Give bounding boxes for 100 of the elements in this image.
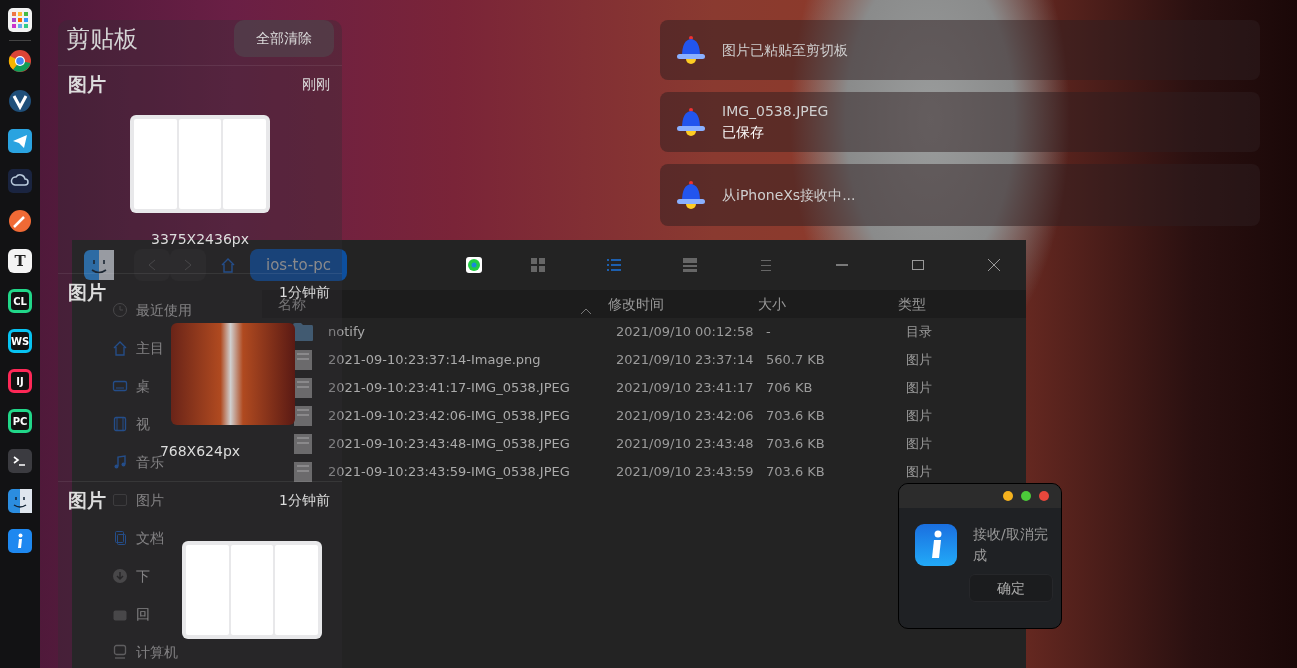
dialog-message: 接收/取消完成: [973, 525, 1049, 565]
notification-title: 从iPhoneXs接收中...: [722, 185, 856, 205]
smiley-face-icon[interactable]: [8, 489, 32, 513]
file-name: 2021-09-10:23:41:17-IMG_0538.JPEG: [328, 379, 570, 398]
item-type[interactable]: 图片: [68, 70, 106, 99]
notification-body: 已保存: [722, 123, 765, 142]
chevron-up-icon[interactable]: [580, 307, 592, 315]
notification[interactable]: 从iPhoneXs接收中...: [660, 164, 1260, 226]
bell-icon: [676, 35, 706, 65]
folder-icon: [292, 322, 314, 342]
sidebar-item[interactable]: 文档: [112, 527, 164, 549]
notification-title: IMG_0538.JPEG: [722, 102, 829, 121]
file-modified: 2021/09/10 23:43:59: [615, 463, 755, 482]
file-row[interactable]: 2021-09-10:23:43:48-IMG_0538.JPEG 2021/09/10 23:43:48 703.6 KB 图片: [262, 430, 1026, 458]
close-dot[interactable]: [1039, 491, 1049, 501]
info-icon[interactable]: [8, 529, 32, 553]
ok-button[interactable]: 确定: [969, 574, 1053, 602]
notification[interactable]: 图片已粘贴至剪切板: [660, 20, 1260, 80]
item-type[interactable]: 图片: [68, 486, 106, 515]
file-row[interactable]: 2021-09-10:23:37:14-Image.png 2021/09/10 23:37:14 560.7 KB 图片: [262, 346, 1026, 374]
file-type: 图片: [905, 463, 933, 482]
item-time: 1分钟前: [279, 282, 330, 300]
grid-icon: [530, 257, 546, 273]
rows-icon: [682, 257, 698, 273]
minimize-dot[interactable]: [1003, 491, 1013, 501]
home-icon: [112, 340, 128, 356]
file-modified: 2021/09/10 23:42:06: [615, 407, 755, 426]
v-logo-icon[interactable]: [8, 89, 32, 113]
clock-icon: [112, 302, 128, 318]
file-name: 2021-09-10:23:43:59-IMG_0538.JPEG: [328, 463, 570, 482]
file-row[interactable]: 2021-09-10:23:41:17-IMG_0538.JPEG 2021/09/10 23:41:17 706 KB 图片: [262, 374, 1026, 402]
column-header[interactable]: 类型: [890, 294, 1026, 315]
notification[interactable]: IMG_0538.JPEG 已保存: [660, 92, 1260, 152]
chevron-left-icon: [148, 259, 156, 271]
sidebar-item[interactable]: 回: [112, 603, 150, 625]
screenshot-thumbnail[interactable]: [130, 114, 270, 213]
file-name: 2021-09-10:23:42:06-IMG_0538.JPEG: [328, 407, 570, 426]
sidebar-item[interactable]: 桌: [112, 375, 150, 397]
file-modified: 2021/09/10 23:41:17: [615, 379, 755, 398]
paper-plane-icon[interactable]: [8, 129, 32, 153]
terminal-icon[interactable]: [8, 449, 32, 473]
file-name: 2021-09-10:23:43:48-IMG_0538.JPEG: [328, 435, 570, 454]
sidebar-item[interactable]: 计算机: [112, 641, 178, 663]
file-type: 图片: [905, 351, 933, 370]
clear-all-button[interactable]: 全部清除: [234, 20, 334, 57]
app-icon[interactable]: WS: [8, 329, 32, 353]
menu-icon: [761, 259, 771, 271]
download-icon: [112, 568, 128, 584]
file-row[interactable]: 2021-09-10:23:42:06-IMG_0538.JPEG 2021/09/10 23:42:06 703.6 KB 图片: [262, 402, 1026, 430]
chevron-right-icon: [184, 259, 192, 271]
file-size: 706 KB: [765, 379, 814, 398]
file-row[interactable]: 2021-09-10:23:43:59-IMG_0538.JPEG 2021/09/10 23:43:59 703.6 KB 图片: [262, 458, 1026, 486]
list-icon: [606, 257, 622, 273]
item-type[interactable]: 图片: [68, 278, 106, 307]
file-name: notify: [328, 323, 365, 342]
document-icon: [112, 530, 128, 546]
sidebar-item[interactable]: 下: [112, 565, 150, 587]
file-row[interactable]: notify 2021/09/10 00:12:58 - 目录: [262, 318, 1026, 346]
browser-icon[interactable]: [8, 49, 32, 73]
monitor-icon: [112, 378, 128, 394]
target-icon[interactable]: [466, 257, 482, 273]
smiley-face-icon[interactable]: [84, 250, 114, 280]
computer-icon: [112, 644, 128, 660]
file-modified: 2021/09/10 00:12:58: [615, 323, 755, 342]
file-size: -: [765, 323, 772, 342]
sidebar-item[interactable]: 图片: [112, 489, 164, 511]
music-note-icon: [112, 454, 128, 470]
close-icon: [988, 259, 1000, 271]
sidebar-item[interactable]: 视: [112, 413, 150, 435]
image-size: 3375X2436px: [151, 229, 249, 249]
column-header[interactable]: 大小: [750, 294, 890, 315]
app-icon[interactable]: PC: [8, 409, 32, 433]
image-file-icon: [292, 462, 314, 482]
sidebar-item[interactable]: 主目: [112, 337, 164, 359]
file-name: 2021-09-10:23:37:14-Image.png: [328, 351, 541, 370]
screenshot-thumbnail[interactable]: [182, 540, 322, 639]
app-icon[interactable]: IJ: [8, 369, 32, 393]
file-modified: 2021/09/10 23:43:48: [615, 435, 755, 454]
file-type: 图片: [905, 407, 933, 426]
app-icon[interactable]: T: [8, 249, 32, 273]
app-icon[interactable]: CL: [8, 289, 32, 313]
maximize-icon: [912, 260, 924, 270]
cloud-icon[interactable]: [8, 169, 32, 193]
bell-icon: [676, 107, 706, 137]
app-grid-icon[interactable]: [8, 8, 32, 32]
file-type: 图片: [905, 435, 933, 454]
panel-title: 剪贴板: [66, 23, 138, 55]
file-modified: 2021/09/10 23:37:14: [615, 351, 755, 370]
image-file-icon: [292, 406, 314, 426]
file-type: 图片: [905, 379, 933, 398]
maximize-dot[interactable]: [1021, 491, 1031, 501]
column-header[interactable]: 修改时间: [600, 294, 750, 315]
screenshot-thumbnail[interactable]: [171, 322, 295, 425]
sidebar-item[interactable]: 最近使用: [112, 299, 192, 321]
file-size: 703.6 KB: [765, 435, 826, 454]
film-icon: [112, 416, 128, 432]
minimize-icon: [836, 264, 848, 266]
item-time: 1分钟前: [279, 490, 330, 510]
item-time: 刚刚: [302, 74, 330, 94]
notification-title: 图片已粘贴至剪切板: [722, 40, 848, 60]
